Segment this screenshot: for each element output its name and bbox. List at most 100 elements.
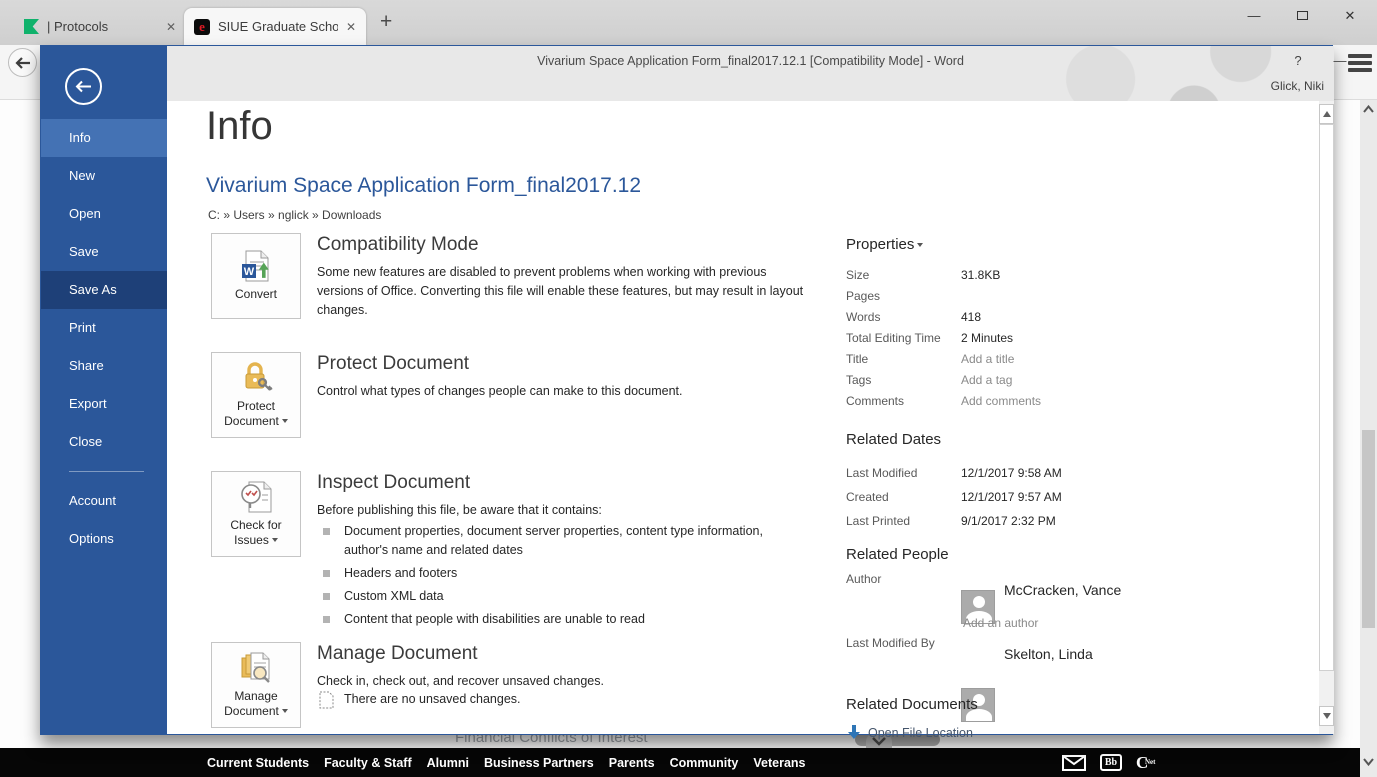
check-issues-label-line1: Check for [230,518,281,533]
document-name: Vivarium Space Application Form_final201… [206,174,641,198]
sidebar-item-options[interactable]: Options [41,520,167,558]
tab-title: | Protocols [47,19,158,34]
dropdown-caret-icon [282,419,288,423]
scroll-up-icon[interactable] [1363,105,1374,113]
compatibility-description: Some new features are disabled to preven… [317,263,804,320]
related-documents-panel: Related Documents Open File Location [846,696,1206,740]
convert-document-icon: W [237,250,275,282]
sidebar-item-share[interactable]: Share [41,347,167,385]
date-row-last-printed: Last Printed9/1/2017 2:32 PM [846,509,1206,533]
add-comments-field[interactable]: Add comments [961,394,1041,408]
browser-maximize-button[interactable] [1291,5,1313,27]
footer-link-current-students[interactable]: Current Students [207,756,309,770]
sidebar-item-save-as[interactable]: Save As [41,271,167,309]
sidebar-item-open[interactable]: Open [41,195,167,233]
mail-icon[interactable] [1062,755,1086,771]
footer-link-business-partners[interactable]: Business Partners [484,756,594,770]
related-documents-heading: Related Documents [846,696,1206,713]
browser-back-button[interactable] [8,48,37,77]
word-maximize-button[interactable] [1371,50,1377,72]
kuali-tab-icon [24,19,39,34]
word-scroll-up-button[interactable] [1319,104,1334,124]
word-window: Vivarium Space Application Form_final201… [40,45,1333,735]
manage-document-button[interactable]: Manage Document [211,642,301,728]
bullet-square-icon [323,593,330,600]
word-document-title: Vivarium Space Application Form_final201… [167,54,1334,68]
sidebar-item-print[interactable]: Print [41,309,167,347]
browser-tab-siue[interactable]: e SIUE Graduate School - Fu... ✕ [184,8,366,45]
footer-icons: Bb CNet [1062,753,1148,773]
open-file-location-link[interactable]: Open File Location [846,725,1206,740]
dropdown-caret-icon [917,243,923,247]
cougarnet-icon[interactable]: CNet [1136,753,1148,773]
last-modified-by-name[interactable]: Skelton, Linda [1004,646,1093,662]
manage-heading: Manage Document [317,643,478,665]
scroll-down-icon[interactable] [1363,758,1374,766]
word-minimize-button[interactable]: — [1329,50,1351,72]
siue-favicon-icon: e [194,19,210,35]
author-name[interactable]: McCracken, Vance [1004,582,1121,598]
backstage-sidebar: Info New Open Save Save As Print Share E… [41,46,167,734]
property-row-title: TitleAdd a title [846,348,1206,369]
last-modified-by-label: Last Modified By [846,636,935,650]
property-row-tags: TagsAdd a tag [846,369,1206,390]
check-for-issues-button[interactable]: Check for Issues [211,471,301,557]
sidebar-item-new[interactable]: New [41,157,167,195]
browser-scrollbar-thumb[interactable] [1362,430,1375,628]
unsaved-draft-icon [319,691,334,709]
manage-label-line2: Document [224,704,288,719]
lock-key-icon [239,362,273,394]
footer-link-alumni[interactable]: Alumni [427,756,469,770]
blackboard-icon[interactable]: Bb [1100,754,1122,771]
compatibility-heading: Compatibility Mode [317,234,479,256]
list-item: Headers and footers [323,564,778,583]
sidebar-item-export[interactable]: Export [41,385,167,423]
related-dates-panel: Related Dates Last Modified12/1/2017 9:5… [846,431,1206,533]
protect-heading: Protect Document [317,353,469,375]
properties-heading[interactable]: Properties [846,236,1206,253]
document-path-breadcrumb: C: » Users » nglick » Downloads [208,208,381,222]
footer-link-faculty-staff[interactable]: Faculty & Staff [324,756,412,770]
new-tab-button[interactable]: + [380,12,392,32]
inspect-intro: Before publishing this file, be aware th… [317,501,602,520]
footer-nav: Current Students Faculty & Staff Alumni … [207,756,805,770]
signed-in-user[interactable]: Glick, Niki [1271,79,1324,93]
browser-tab-protocols[interactable]: | Protocols ✕ [14,8,186,45]
word-scroll-down-button[interactable] [1319,706,1334,726]
sidebar-item-save[interactable]: Save [41,233,167,271]
footer-link-veterans[interactable]: Veterans [753,756,805,770]
back-arrow-icon [15,57,31,69]
browser-minimize-button[interactable]: — [1243,5,1265,27]
footer-link-community[interactable]: Community [670,756,739,770]
list-item: Document properties, document server pro… [323,522,778,560]
unsaved-changes-row: There are no unsaved changes. [319,690,521,709]
list-item: Custom XML data [323,587,778,606]
backstage-back-button[interactable] [65,68,102,105]
browser-close-button[interactable]: ✕ [1339,5,1361,27]
tab-close-icon[interactable]: ✕ [346,20,356,34]
browser-tab-bar: | Protocols ✕ e SIUE Graduate School - F… [0,0,1377,45]
author-label: Author [846,572,881,586]
tab-close-icon[interactable]: ✕ [166,20,176,34]
sidebar-item-account[interactable]: Account [41,482,167,520]
add-title-field[interactable]: Add a title [961,352,1014,366]
footer-link-parents[interactable]: Parents [609,756,655,770]
sidebar-item-info[interactable]: Info [41,119,167,157]
word-scrollbar[interactable] [1319,101,1334,734]
webpage-footer-bar: Current Students Faculty & Staff Alumni … [0,748,1360,777]
word-help-button[interactable]: ? [1287,50,1309,72]
related-people-heading: Related People [846,546,1206,563]
convert-button[interactable]: W Convert [211,233,301,319]
protect-document-button[interactable]: Protect Document [211,352,301,438]
page-title: Info [206,104,273,149]
add-tag-field[interactable]: Add a tag [961,373,1012,387]
word-window-controls: ? — ✕ [1287,50,1377,72]
browser-scrollbar[interactable] [1360,100,1377,777]
add-author-field[interactable]: Add an author [963,616,1038,630]
protect-description: Control what types of changes people can… [317,382,817,401]
convert-label: Convert [235,287,277,302]
word-scrollbar-thumb[interactable] [1319,124,1334,671]
properties-panel: Properties Size31.8KB Pages Words418 Tot… [846,236,1206,411]
related-dates-heading: Related Dates [846,431,1206,448]
sidebar-item-close[interactable]: Close [41,423,167,461]
